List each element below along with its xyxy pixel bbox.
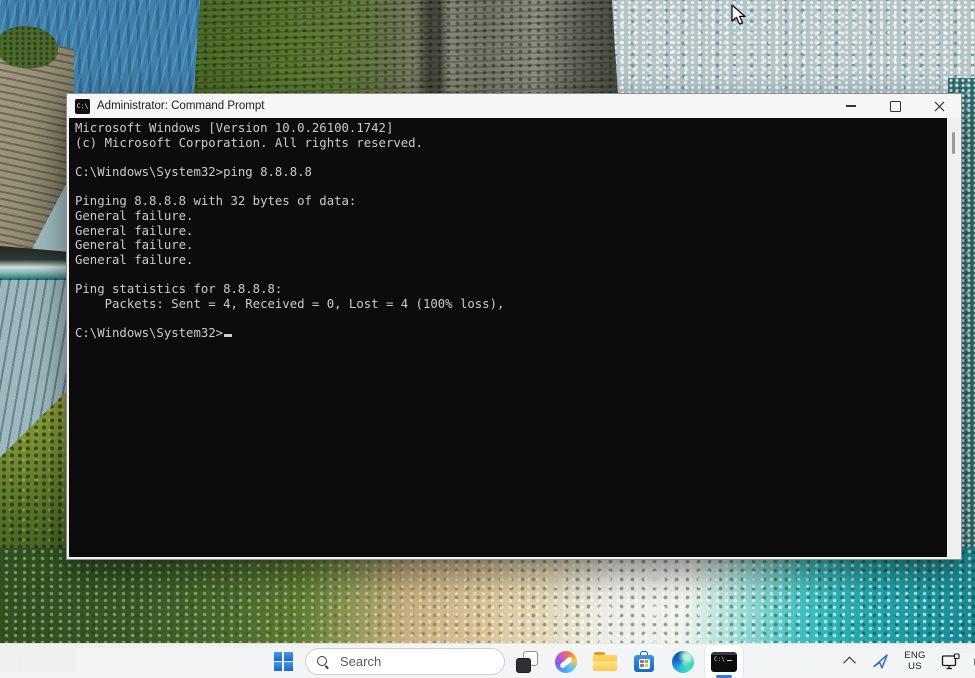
ethernet-network-icon (941, 653, 961, 671)
terminal-line: General failure. (75, 224, 947, 239)
search-box[interactable] (305, 648, 505, 675)
terminal-line: Pinging 8.8.8.8 with 32 bytes of data: (75, 194, 947, 209)
search-icon (316, 655, 330, 669)
file-explorer-button[interactable] (588, 645, 622, 678)
language-line2: US (904, 662, 926, 673)
command-prompt-taskbar-button[interactable]: C:\ (705, 645, 743, 678)
wallpaper-beach (0, 548, 975, 648)
window-title: Administrator: Command Prompt (97, 100, 264, 112)
window-titlebar[interactable]: C:\ Administrator: Command Prompt (67, 94, 961, 118)
terminal-line: (c) Microsoft Corporation. All rights re… (75, 136, 947, 151)
show-hidden-icons-button[interactable] (838, 647, 860, 677)
close-icon (934, 101, 945, 112)
wallpaper-cliff-left (0, 32, 74, 277)
terminal-line (75, 268, 947, 283)
maximize-button[interactable] (873, 94, 917, 118)
terminal-line: General failure. (75, 253, 947, 268)
maximize-icon (890, 101, 901, 112)
windows-logo-icon (274, 652, 293, 671)
wallpaper-rock-foam (0, 246, 72, 280)
command-prompt-window[interactable]: C:\ Administrator: Command Prompt Micros… (66, 93, 962, 560)
terminal-line: Packets: Sent = 4, Received = 0, Lost = … (75, 297, 947, 312)
task-view-button[interactable] (510, 645, 544, 678)
copilot-button[interactable] (549, 645, 583, 678)
terminal-line: General failure. (75, 238, 947, 253)
chevron-up-icon (843, 657, 856, 670)
console-output[interactable]: Microsoft Windows [Version 10.0.26100.17… (69, 118, 949, 557)
close-button[interactable] (917, 94, 961, 118)
system-tray: ENG US (838, 644, 975, 678)
edge-icon (672, 651, 694, 673)
minimize-icon (846, 105, 856, 106)
terminal-line: C:\Windows\System32>ping 8.8.8.8 (75, 165, 947, 180)
terminal-line: General failure. (75, 209, 947, 224)
terminal-line (75, 150, 947, 165)
console-scrollbar[interactable] (947, 118, 959, 557)
location-in-use-indicator[interactable] (869, 647, 891, 677)
mouse-cursor-icon (731, 4, 749, 31)
terminal-line: Microsoft Windows [Version 10.0.26100.17… (75, 121, 947, 136)
terminal-line (75, 312, 947, 327)
scrollbar-thumb[interactable] (952, 132, 955, 154)
terminal-cursor (224, 334, 232, 337)
terminal-line: Ping statistics for 8.8.8.8: (75, 282, 947, 297)
taskbar-center-group: C:\ (266, 644, 743, 678)
cmd-window-icon: C:\ (75, 99, 90, 114)
language-line1: ENG (904, 651, 926, 662)
edge-button[interactable] (666, 645, 700, 678)
search-input[interactable] (338, 653, 482, 670)
microsoft-store-icon (633, 651, 655, 673)
desktop: C:\ Administrator: Command Prompt Micros… (0, 0, 975, 678)
command-prompt-icon: C:\ (711, 652, 737, 672)
location-arrow-icon (872, 653, 889, 670)
active-app-indicator (716, 675, 732, 678)
taskbar: C:\ ENG US (0, 643, 975, 678)
terminal-line (75, 180, 947, 195)
network-status-button[interactable] (939, 647, 963, 677)
task-view-icon (516, 651, 538, 673)
start-button[interactable] (266, 645, 300, 678)
minimize-button[interactable] (829, 94, 873, 118)
file-explorer-icon (593, 652, 617, 672)
terminal-line: C:\Windows\System32> (75, 326, 947, 341)
copilot-icon (555, 651, 577, 673)
microsoft-store-button[interactable] (627, 645, 661, 678)
language-indicator[interactable]: ENG US (900, 647, 930, 677)
